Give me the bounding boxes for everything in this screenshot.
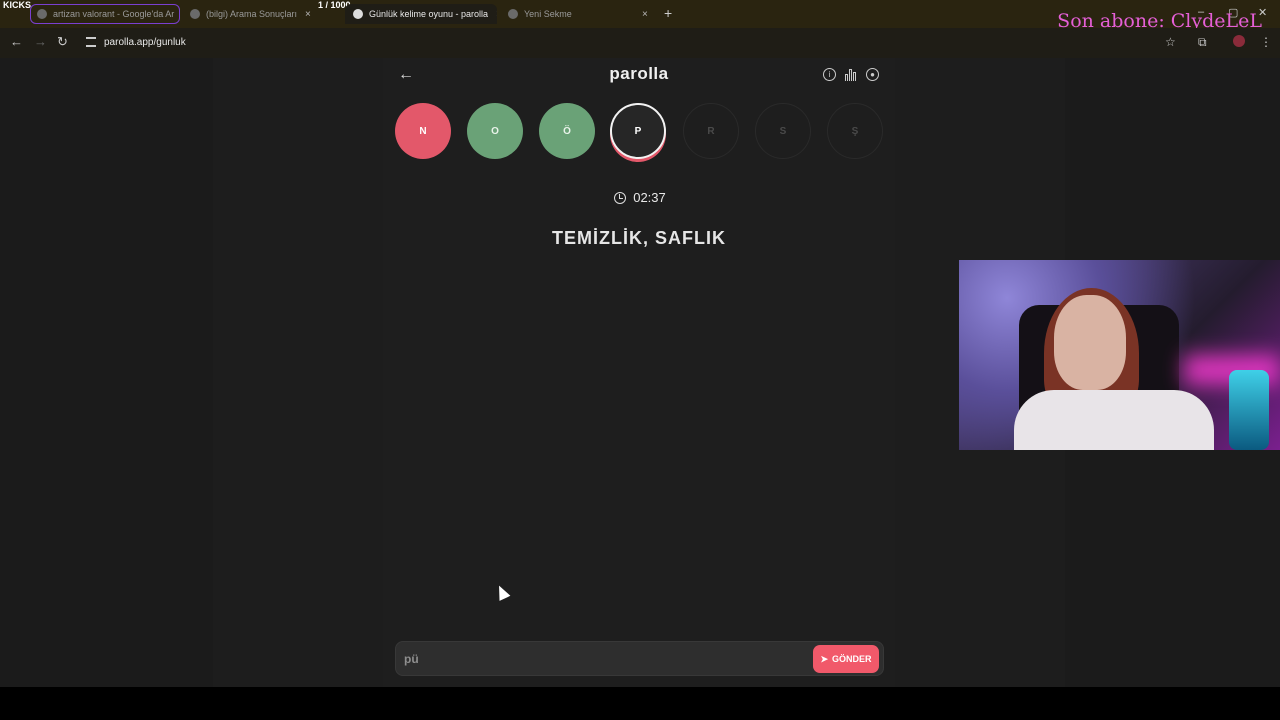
forward-icon[interactable]: →: [34, 34, 47, 49]
tab-close-icon[interactable]: ×: [642, 9, 648, 20]
clue-text: TEMİZLİK, SAFLIK: [552, 228, 726, 248]
search-favicon-icon: [190, 9, 200, 19]
webcam-person-body: [1014, 390, 1214, 450]
tab-new-tab[interactable]: Yeni Sekme ×: [508, 4, 658, 24]
webcam-overlay: [959, 260, 1280, 450]
profile-avatar[interactable]: [1233, 35, 1245, 47]
tab-close-icon[interactable]: ×: [496, 9, 497, 20]
webcam-lamp: [1229, 370, 1269, 450]
clock-icon: [614, 191, 627, 204]
parolla-favicon-icon: [353, 9, 363, 19]
chrome-favicon-icon: [508, 9, 518, 19]
google-favicon-icon: [37, 9, 47, 19]
tab-parolla[interactable]: Günlük kelime oyunu - parolla ×: [345, 4, 497, 24]
bottom-letterbox: [0, 687, 1280, 720]
reload-icon[interactable]: ↻: [57, 34, 68, 50]
back-icon[interactable]: ←: [10, 34, 23, 49]
bookmark-star-icon[interactable]: ☆: [1165, 35, 1176, 49]
timer-value: 02:37: [633, 190, 666, 205]
letter-circle: N: [395, 103, 451, 159]
info-icon[interactable]: i: [823, 68, 836, 81]
site-settings-icon[interactable]: [86, 37, 96, 47]
letter-char: Ö: [563, 125, 571, 137]
tab-title: Günlük kelime oyunu - parolla: [369, 9, 489, 19]
letter-char: S: [779, 125, 787, 137]
menu-kebab-icon[interactable]: ⋮: [1260, 35, 1272, 49]
letter-char: O: [491, 125, 499, 137]
new-tab-button[interactable]: +: [664, 5, 672, 21]
letter-circle: O: [467, 103, 523, 159]
tab-close-icon[interactable]: ×: [305, 9, 311, 20]
letter-circle: S: [755, 103, 811, 159]
tab-title: Yeni Sekme: [524, 9, 572, 19]
stats-icon[interactable]: [845, 68, 858, 81]
extensions-icon[interactable]: ⧉: [1198, 35, 1207, 50]
screen: KICKS 1 / 1000 artizan valorant - Google…: [0, 0, 1280, 720]
answer-form: ➤ GÖNDER: [395, 641, 884, 676]
letter-char: R: [707, 125, 715, 137]
profile-icon[interactable]: ●: [866, 68, 879, 81]
url-text: parolla.app/gunluk: [104, 36, 186, 48]
tab-google-search[interactable]: artizan valorant - Google'da Ar ×: [30, 4, 180, 24]
letter-char: N: [419, 125, 427, 137]
letter-circle: R: [683, 103, 739, 159]
letter-char: P: [634, 125, 642, 137]
countdown-timer: 02:37: [580, 190, 700, 205]
letter-circle: Ş: [827, 103, 883, 159]
webcam-person-face: [1054, 295, 1126, 390]
tab-title: (bilgi) Arama Sonuçları: [206, 9, 298, 19]
letter-char: Ş: [851, 125, 859, 137]
send-button[interactable]: ➤ GÖNDER: [813, 645, 879, 673]
address-bar[interactable]: parolla.app/gunluk: [80, 32, 1080, 52]
back-arrow-icon[interactable]: ←: [398, 66, 414, 84]
letter-circle: Ö: [539, 103, 595, 159]
page-title: parolla: [609, 64, 669, 83]
send-icon: ➤: [820, 653, 829, 664]
tab-title: artizan valorant - Google'da Ar: [53, 9, 175, 19]
tab-search-results[interactable]: (bilgi) Arama Sonuçları ×: [190, 4, 340, 24]
letter-circle-current: P: [610, 103, 666, 159]
kicks-overlay-label: KICKS: [3, 0, 32, 10]
letter-progress: N O Ö P R S Ş: [394, 100, 884, 162]
send-label: GÖNDER: [832, 654, 872, 664]
answer-input[interactable]: [404, 650, 794, 668]
